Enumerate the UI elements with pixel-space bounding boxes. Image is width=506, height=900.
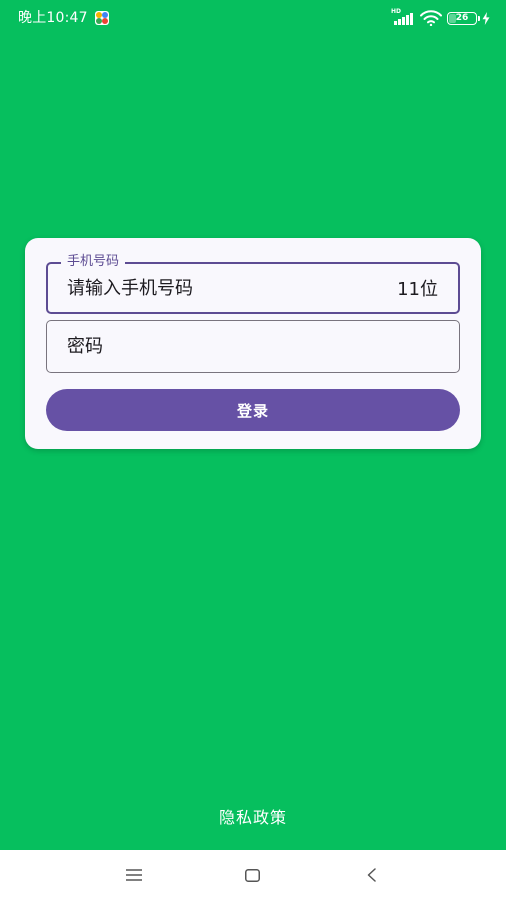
password-input[interactable] [67, 321, 367, 372]
status-bar: 晚上10:47 HD 26 [0, 0, 506, 36]
back-icon [367, 868, 376, 882]
system-navigation-bar [0, 850, 506, 900]
privacy-policy-link[interactable]: 隐私政策 [0, 808, 506, 828]
phone-input[interactable] [67, 264, 367, 312]
back-button[interactable] [359, 863, 383, 887]
wifi-icon [420, 10, 442, 26]
phone-number-field[interactable]: 手机号码 11位 [46, 254, 460, 314]
login-card: 手机号码 11位 登录 [25, 238, 481, 449]
app-notification-icon [95, 11, 109, 25]
menu-button[interactable] [122, 863, 146, 887]
login-screen: 晚上10:47 HD 26 手机号码 请输入手机号码 11位 登录 隐私政策 [0, 0, 506, 900]
status-time: 晚上10:47 [18, 10, 88, 26]
login-button[interactable]: 登录 [46, 389, 460, 431]
home-icon [244, 868, 260, 882]
menu-icon [126, 869, 142, 881]
password-field[interactable] [46, 320, 460, 373]
cellular-signal-icon: HD [391, 8, 415, 26]
phone-length-suffix: 11位 [397, 279, 438, 300]
battery-percent: 26 [455, 12, 469, 23]
charging-icon [482, 11, 490, 25]
battery-icon: 26 [447, 11, 480, 25]
status-icons: HD 26 [391, 8, 490, 28]
home-button[interactable] [240, 863, 264, 887]
